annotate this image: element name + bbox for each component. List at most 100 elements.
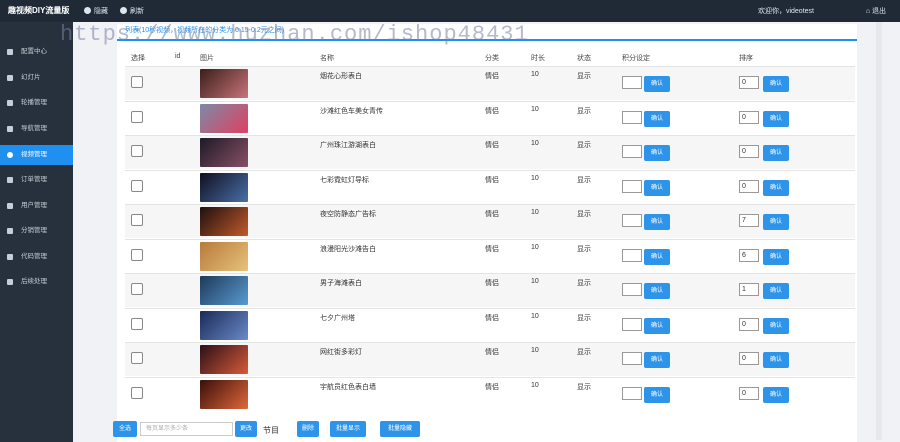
video-category: 情侣 [485,280,499,287]
sort-confirm-button[interactable]: 确认 [763,76,789,92]
table-header: 选择 id 图片 名称 分类 时长 状态 积分设定 排序 [125,53,855,65]
scrollbar[interactable] [876,22,882,440]
sort-input[interactable]: 0 [739,110,759,124]
points-input[interactable] [622,386,642,400]
user-icon [7,126,13,132]
sort-input[interactable]: 0 [739,179,759,193]
points-input[interactable] [622,76,642,89]
row-checkbox[interactable] [131,386,143,399]
sort-input[interactable]: 0 [739,352,759,365]
row-checkbox[interactable] [131,283,143,295]
points-input[interactable] [622,179,642,193]
sidebar-item-videos[interactable]: 视频管理 [0,145,73,165]
video-thumbnail [200,138,248,167]
sort-confirm-button[interactable]: 确认 [763,248,789,265]
col-status: 状态 [577,55,591,62]
sort-input[interactable]: 7 [739,214,759,227]
video-category: 情侣 [485,314,499,322]
row-checkbox[interactable] [131,317,143,330]
sort-input[interactable]: 6 [739,248,759,262]
sidebar-item-navigation[interactable]: 导航管理 [0,119,73,139]
row-checkbox[interactable] [131,145,143,157]
sidebar-item-slides[interactable]: 幻灯片 [0,68,73,88]
sort-input[interactable]: 0 [739,76,759,89]
sidebar-item-config[interactable]: 配置中心 [0,42,73,62]
sort-confirm-button[interactable]: 确认 [763,110,789,127]
row-checkbox[interactable] [131,214,143,226]
sort-input[interactable]: 0 [739,317,759,331]
video-category: 情侣 [485,107,499,115]
video-duration: 10 [531,278,539,285]
batch-hide-button[interactable]: 批量隐藏 [380,421,420,437]
sidebar-item-followup[interactable]: 后续处理 [0,272,73,292]
sort-input[interactable]: 0 [739,145,759,158]
points-input[interactable] [622,110,642,124]
points-confirm-button[interactable]: 确认 [644,76,670,92]
delete-button[interactable]: 删除 [297,421,319,437]
points-confirm-button[interactable]: 确认 [644,352,670,368]
sort-input[interactable]: 1 [739,283,759,296]
video-thumbnail [200,172,248,202]
video-icon [7,152,13,158]
points-confirm-button[interactable]: 确认 [644,317,670,334]
col-id: id [175,53,181,60]
row-checkbox[interactable] [131,76,143,88]
sidebar-item-label: 幻灯片 [21,74,41,81]
points-input[interactable] [622,352,642,365]
orders-icon [7,177,13,183]
refresh-button[interactable]: 刷新 [120,6,144,16]
sidebar-item-code[interactable]: 代码管理 [0,247,73,267]
sidebar-item-orders[interactable]: 订单管理 [0,170,73,190]
video-duration: 10 [531,105,539,113]
points-input[interactable] [622,317,642,331]
count-text: 节目 [263,426,279,435]
video-category: 情侣 [485,383,499,391]
col-sort: 排序 [739,55,753,62]
table-row: 七彩霓虹灯导标 情侣 10 显示 确认 0 确认 [125,169,855,204]
per-page-input[interactable]: 每页显示多少条 [140,422,233,436]
points-confirm-button[interactable]: 确认 [644,386,670,403]
video-name: 广州珠江游湖表白 [320,142,376,149]
row-checkbox[interactable] [131,352,143,364]
points-confirm-button[interactable]: 确认 [644,110,670,127]
video-status: 显示 [577,142,591,149]
points-confirm-button[interactable]: 确认 [644,145,670,161]
batch-show-button[interactable]: 批量显示 [330,421,366,437]
video-thumbnail [200,310,248,340]
row-checkbox[interactable] [131,110,143,123]
sort-confirm-button[interactable]: 确认 [763,352,789,368]
points-input[interactable] [622,214,642,227]
sort-confirm-button[interactable]: 确认 [763,214,789,230]
table-row: 广州珠江游湖表白 情侣 10 显示 确认 0 确认 [125,135,855,169]
row-checkbox[interactable] [131,179,143,192]
points-confirm-button[interactable]: 确认 [644,179,670,196]
welcome-text: 欢迎你，videotest [757,8,814,15]
video-status: 显示 [577,211,591,218]
row-checkbox[interactable] [131,248,143,261]
video-category: 情侣 [485,73,499,80]
logout-button[interactable]: ⌂ 退出 [866,6,886,16]
video-name: 七夕广州塔 [320,314,355,322]
video-thumbnail [200,241,248,271]
change-button[interactable]: 更改 [235,421,257,437]
points-confirm-button[interactable]: 确认 [644,214,670,230]
sidebar-item-users[interactable]: 用户管理 [0,196,73,216]
sort-confirm-button[interactable]: 确认 [763,145,789,161]
points-input[interactable] [622,248,642,262]
points-input[interactable] [622,145,642,158]
sidebar-item-distribution[interactable]: 分销管理 [0,221,73,241]
col-points: 积分设定 [622,55,650,62]
sidebar-item-label: 代码管理 [21,253,47,260]
select-all-button[interactable]: 全选 [113,421,137,437]
sidebar-item-carousel[interactable]: 轮播管理 [0,93,73,113]
points-confirm-button[interactable]: 确认 [644,248,670,265]
sort-confirm-button[interactable]: 确认 [763,317,789,334]
sort-confirm-button[interactable]: 确认 [763,386,789,403]
hide-button[interactable]: 隐藏 [84,6,108,16]
sidebar-item-label: 用户管理 [21,202,47,209]
sort-confirm-button[interactable]: 确认 [763,283,789,299]
points-input[interactable] [622,283,642,296]
sort-confirm-button[interactable]: 确认 [763,179,789,196]
points-confirm-button[interactable]: 确认 [644,283,670,299]
sort-input[interactable]: 0 [739,386,759,400]
